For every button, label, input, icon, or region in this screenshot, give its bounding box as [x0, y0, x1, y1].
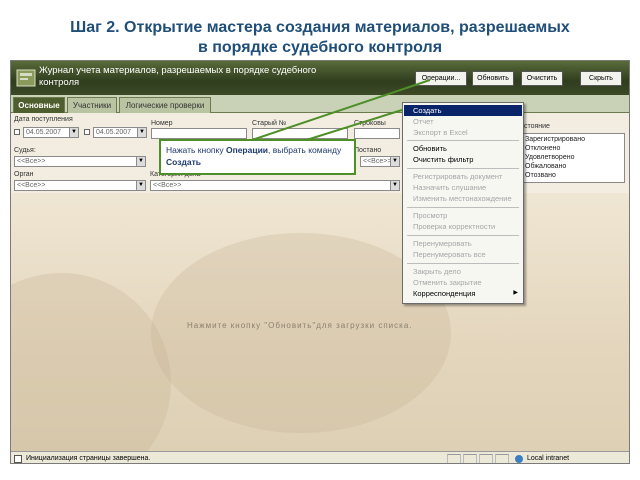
status-text: Обжаловано	[525, 163, 567, 170]
category-value: <<Все>>	[153, 182, 182, 189]
judge-label: Судья:	[14, 147, 36, 154]
intranet-zone-icon	[515, 455, 523, 463]
number-input[interactable]	[151, 128, 247, 139]
status-cell	[447, 454, 461, 463]
status-cell	[495, 454, 509, 463]
results-area: Нажмите кнопку "Обновить"для загрузки сп…	[11, 193, 629, 463]
menu-item-renumber-all[interactable]: Перенумеровать все	[404, 249, 522, 260]
menu-separator	[407, 235, 519, 236]
chevron-down-icon: ▼	[69, 128, 78, 137]
operations-menu: Создать Отчет Экспорт в Excel Обновить О…	[402, 102, 524, 304]
slide-title-line1: Шаг 2. Открытие мастера создания материа…	[70, 19, 570, 36]
chevron-down-icon: ▼	[136, 181, 145, 190]
resolution-label: Постано	[354, 147, 382, 154]
menu-item-schedule-hearing[interactable]: Назначить слушание	[404, 182, 522, 193]
callout-text: Нажать кнопку	[166, 145, 226, 155]
menu-item-validate[interactable]: Проверка корректности	[404, 221, 522, 232]
resolution-value: <<Все>>	[363, 158, 392, 165]
chevron-down-icon: ▼	[137, 128, 146, 137]
old-number-input[interactable]	[252, 128, 348, 139]
status-text: Отозвано	[525, 172, 556, 179]
slide-title-line2: в порядке судебного контроля	[197, 39, 443, 56]
callout-text: , выбрать команду	[268, 145, 342, 155]
chevron-down-icon: ▼	[390, 157, 399, 166]
menu-item-export-excel[interactable]: Экспорт в Excel	[404, 127, 522, 138]
status-list: Зарегистрировано Отклонено Удовлетворено…	[513, 133, 625, 183]
hide-button[interactable]: Скрыть	[580, 71, 622, 86]
callout-bold-operations: Операции	[225, 145, 269, 155]
status-text: Зарегистрировано	[525, 136, 585, 143]
status-cell	[463, 454, 477, 463]
date-from-input[interactable]: 04.05.2007 ▼	[23, 127, 79, 138]
page-icon	[14, 455, 22, 463]
resolution-select[interactable]: <<Все>> ▼	[360, 156, 400, 167]
date-to-value: 04.05.2007	[96, 129, 132, 136]
tab-bar: Основные Участники Логические проверки	[11, 95, 629, 113]
tab-logic-checks[interactable]: Логические проверки	[119, 97, 211, 113]
status-cell	[479, 454, 493, 463]
refresh-button[interactable]: Обновить	[472, 71, 514, 86]
menu-item-clear-filter[interactable]: Очистить фильтр	[404, 154, 522, 165]
judge-value: <<Все>>	[17, 158, 46, 165]
menu-item-register-document[interactable]: Регистрировать документ	[404, 171, 522, 182]
chevron-down-icon: ▼	[390, 181, 399, 190]
organ-select[interactable]: <<Все>> ▼	[14, 180, 146, 191]
app-title: Журнал учета материалов, разрешаемых в п…	[39, 65, 379, 89]
number-label: Номер	[151, 120, 173, 127]
security-zone: Local intranet	[527, 455, 570, 462]
date-label: Дата поступления	[14, 116, 73, 123]
browser-window: Журнал учета материалов, разрешаемых в п…	[10, 60, 630, 464]
menu-separator	[407, 140, 519, 141]
app-logo-icon	[16, 69, 36, 87]
status-text: Удовлетворено	[525, 154, 575, 161]
menu-item-view[interactable]: Просмотр	[404, 210, 522, 221]
menu-separator	[407, 207, 519, 208]
menu-separator	[407, 168, 519, 169]
app-title-line2: контроля	[39, 77, 80, 88]
status-item[interactable]: Удовлетворено	[516, 153, 624, 162]
submenu-arrow-icon: ▶	[513, 290, 518, 296]
category-select[interactable]: <<Все>> ▼	[150, 180, 400, 191]
status-item[interactable]: Обжаловано	[516, 162, 624, 171]
tab-participants[interactable]: Участники	[67, 97, 117, 113]
clear-button[interactable]: Очистить	[521, 71, 563, 86]
app-header: Журнал учета материалов, разрешаемых в п…	[11, 61, 629, 95]
status-item[interactable]: Отклонено	[516, 144, 624, 153]
browser-status-bar: Инициализация страницы завершена. Local …	[11, 451, 629, 463]
menu-item-renumber[interactable]: Перенумеровать	[404, 238, 522, 249]
menu-separator	[407, 263, 519, 264]
menu-item-refresh[interactable]: Обновить	[404, 143, 522, 154]
slide-title: Шаг 2. Открытие мастера создания материа…	[0, 18, 640, 58]
date-to-checkbox[interactable]	[84, 129, 90, 135]
status-item[interactable]: Отозвано	[516, 171, 624, 180]
date-from-checkbox[interactable]	[14, 129, 20, 135]
menu-item-close-case[interactable]: Закрыть дело	[404, 266, 522, 277]
menu-item-report[interactable]: Отчет	[404, 116, 522, 127]
menu-item-correspondence[interactable]: Корреспонденция ▶	[404, 288, 522, 299]
storage-label: Строковы	[354, 120, 386, 127]
instruction-callout: Нажать кнопку Операции, выбрать команду …	[159, 139, 356, 175]
old-number-label: Старый №	[252, 120, 287, 127]
status-item[interactable]: Зарегистрировано	[516, 135, 624, 144]
date-to-input[interactable]: 04.05.2007 ▼	[93, 127, 147, 138]
background-decoration	[11, 273, 171, 463]
menu-item-correspondence-label: Корреспонденция	[413, 289, 476, 298]
menu-item-cancel-close[interactable]: Отменить закрытие	[404, 277, 522, 288]
storage-input[interactable]	[354, 128, 400, 139]
app-title-line1: Журнал учета материалов, разрешаемых в п…	[39, 65, 317, 76]
load-hint-text: Нажмите кнопку "Обновить"для загрузки сп…	[187, 321, 413, 330]
slide: Шаг 2. Открытие мастера создания материа…	[0, 0, 640, 480]
menu-item-create[interactable]: Создать	[404, 105, 522, 116]
organ-label: Орган	[14, 171, 34, 178]
operations-button[interactable]: Операции...	[415, 71, 467, 86]
organ-value: <<Все>>	[17, 182, 46, 189]
status-text: Отклонено	[525, 145, 561, 152]
status-text: Инициализация страницы завершена.	[26, 455, 151, 462]
judge-select[interactable]: <<Все>> ▼	[14, 156, 146, 167]
menu-item-change-location[interactable]: Изменить местонахождение	[404, 193, 522, 204]
date-from-value: 04.05.2007	[26, 129, 62, 136]
chevron-down-icon: ▼	[136, 157, 145, 166]
tab-main[interactable]: Основные	[13, 97, 65, 113]
callout-bold-create: Создать	[166, 157, 201, 167]
